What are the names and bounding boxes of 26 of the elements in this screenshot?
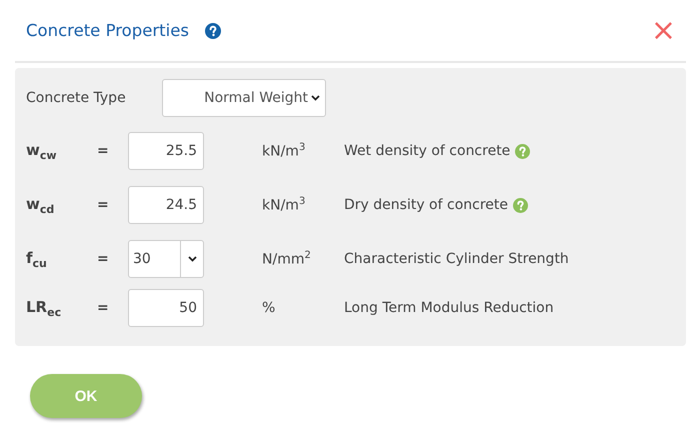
unit-label: %	[262, 300, 276, 316]
unit-label: N/mm$^{2}$	[262, 250, 312, 268]
description-label: Dry density of concrete	[344, 197, 508, 213]
equals-sign: =	[97, 300, 110, 316]
chevron-icon	[311, 95, 320, 101]
description-label: Long Term Modulus Reduction	[344, 300, 554, 316]
symbol-label: f$_{cu}$	[26, 248, 48, 270]
input-field[interactable]: 50	[128, 289, 204, 327]
equals-sign: =	[97, 143, 110, 159]
unit-label: kN/m$^{3}$	[262, 142, 306, 160]
equals-sign: =	[97, 251, 110, 267]
equals-sign: =	[97, 197, 110, 213]
concrete-type-dropdown[interactable]: Normal Weight	[162, 79, 326, 117]
symbol-label: LR$_{ec}$	[26, 298, 62, 318]
symbol-label: w$_{cd}$	[26, 194, 56, 216]
help-icon[interactable]	[204, 22, 221, 38]
chevron-icon	[188, 256, 196, 262]
symbol-label: w$_{cw}$	[26, 140, 58, 162]
field-label: Concrete Type	[26, 90, 127, 106]
description-label: Characteristic Cylinder Strength	[344, 251, 569, 267]
unit-label: kN/m$^{3}$	[262, 196, 306, 214]
description-label: Wet density of concrete	[344, 143, 510, 159]
input-field[interactable]: 24.5	[128, 186, 204, 224]
input-field[interactable]: 25.5	[128, 132, 204, 170]
combo-box[interactable]: 30	[128, 240, 204, 278]
dialog-title: Concrete Properties	[26, 21, 189, 40]
